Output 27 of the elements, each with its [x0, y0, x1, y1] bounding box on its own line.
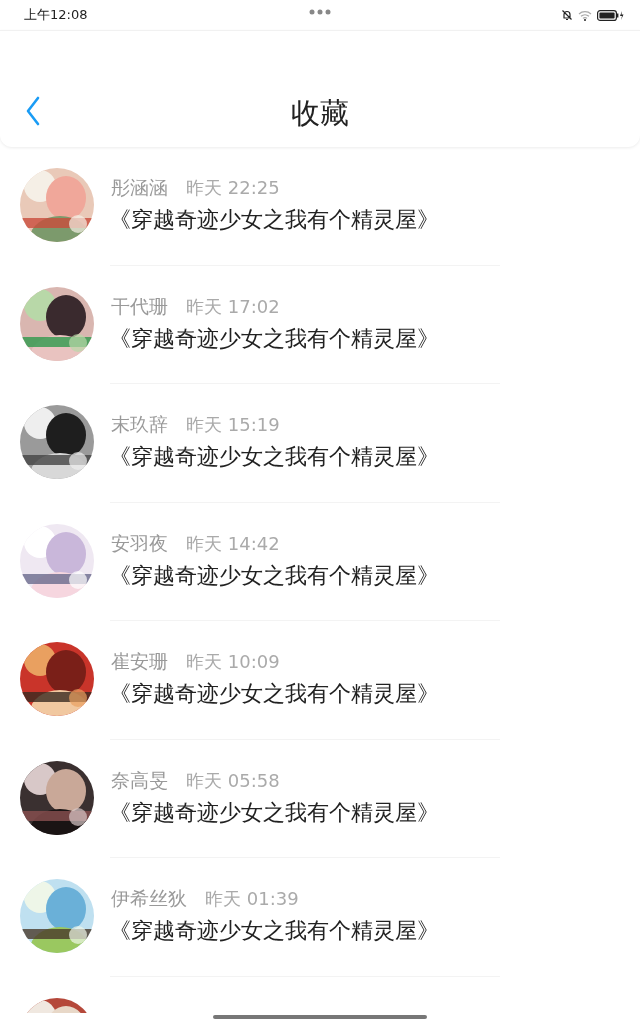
- status-time: 上午12:08: [24, 6, 88, 24]
- page-title: 收藏: [290, 95, 350, 131]
- more-dots-icon: [309, 9, 331, 15]
- user-name: 奈高旻: [111, 767, 168, 793]
- timestamp: 昨天 22:25: [186, 176, 280, 200]
- user-name: 伊希丝狄: [111, 886, 187, 911]
- user-name: 崔安珊: [111, 649, 168, 674]
- timestamp: 昨天 10:09: [186, 650, 280, 674]
- user-name: 彤涵涵: [111, 175, 168, 200]
- wifi-icon: [578, 9, 592, 21]
- book-title[interactable]: 《穿越奇迹少女之我有个精灵屋》: [109, 679, 439, 709]
- book-title[interactable]: 《穿越奇迹少女之我有个精灵屋》: [109, 560, 439, 591]
- book-title[interactable]: 《穿越奇迹少女之我有个精灵屋》: [109, 205, 439, 235]
- timestamp: 昨天 14:42: [186, 531, 280, 556]
- user-name: 安羽夜: [111, 530, 168, 556]
- user-name: 末玖辞: [111, 412, 168, 437]
- timestamp: 昨天 17:02: [186, 294, 280, 319]
- user-name: 干代珊: [111, 293, 168, 319]
- book-title[interactable]: 《穿越奇迹少女之我有个精灵屋》: [109, 323, 439, 354]
- timestamp: 昨天 15:19: [186, 413, 280, 437]
- muted-bell-icon: [561, 9, 573, 21]
- battery-charging-icon: [597, 9, 624, 21]
- timestamp: 昨天 05:58: [186, 768, 280, 793]
- book-title[interactable]: 《穿越奇迹少女之我有个精灵屋》: [109, 916, 439, 946]
- book-title[interactable]: 《穿越奇迹少女之我有个精灵屋》: [109, 797, 439, 828]
- timestamp: 昨天 01:39: [205, 887, 299, 911]
- book-title[interactable]: 《穿越奇迹少女之我有个精灵屋》: [109, 442, 439, 472]
